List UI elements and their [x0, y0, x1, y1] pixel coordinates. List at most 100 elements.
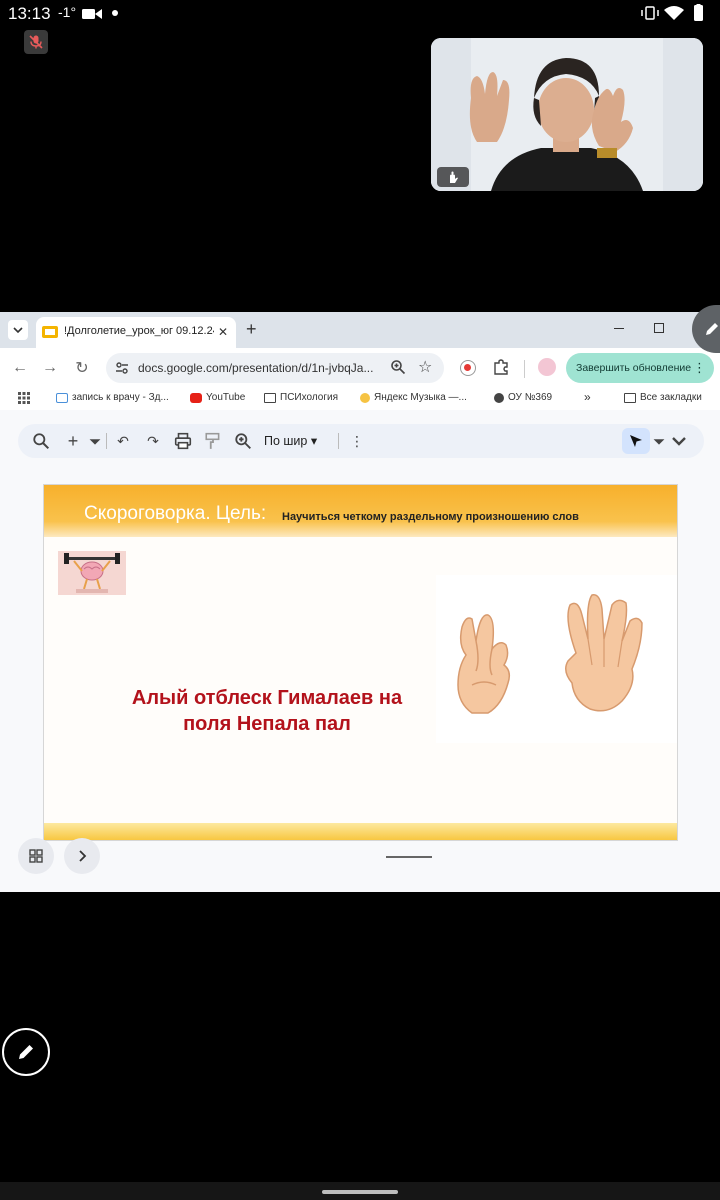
chevron-down-icon[interactable]	[650, 432, 668, 450]
youtube-icon	[190, 392, 202, 403]
clock: 13:13	[8, 4, 51, 23]
slide-title: Скороговорка. Цель:	[84, 503, 267, 524]
browser-tab-bar: !Долголетие_урок_юг 09.12.24 ✕ + ✕	[0, 312, 720, 348]
add-icon[interactable]: +	[64, 431, 82, 451]
yandex-music-icon	[360, 392, 370, 403]
notification-dot-icon	[112, 10, 118, 16]
video-camera-icon	[82, 9, 102, 19]
chevron-down-icon[interactable]	[86, 432, 104, 450]
google-slides-icon	[42, 326, 58, 338]
address-bar[interactable]: docs.google.com/presentation/d/1n-jvbqJa…	[106, 353, 444, 383]
slide[interactable]: Скороговорка. Цель: Научиться четкому ра…	[43, 484, 678, 841]
toolbar-divider	[106, 433, 107, 449]
vibrate-icon	[641, 6, 659, 20]
slides-toolbar: + ↶ ↷ По шир ▾ ⋮	[18, 424, 704, 458]
bookmark-label: запись к врачу - Зд...	[72, 392, 169, 403]
browser-tab[interactable]: !Долголетие_урок_юг 09.12.24 ✕	[36, 317, 236, 348]
bookmark-item[interactable]: запись к врачу - Зд...	[56, 392, 169, 403]
finish-update-button[interactable]: Завершить обновление ⋮	[566, 353, 714, 383]
more-bookmarks-button[interactable]: »	[584, 390, 591, 404]
pencil-icon	[19, 1045, 33, 1059]
tongue-twister-line-2: поля Непала пал	[183, 713, 351, 735]
brain-weightlifting-image	[58, 551, 126, 595]
redo-icon[interactable]: ↷	[144, 432, 162, 450]
window-maximize-button[interactable]	[654, 323, 664, 333]
bookmark-label: ПСИхология	[280, 392, 338, 403]
all-bookmarks-label: Все закладки	[640, 392, 702, 403]
slide-footer-banner	[44, 823, 677, 840]
browser-toolbar: ← → ↻ docs.google.com/presentation/d/1n-…	[0, 348, 720, 388]
raise-hand-indicator	[437, 167, 469, 187]
record-icon[interactable]	[460, 360, 476, 376]
url-text: docs.google.com/presentation/d/1n-jvbqJa…	[138, 361, 374, 375]
reload-icon[interactable]: ↻	[72, 358, 92, 378]
globe-icon	[494, 392, 504, 403]
zoom-icon[interactable]	[390, 359, 406, 375]
bookmark-label: Яндекс Музыка —...	[374, 392, 467, 403]
print-icon[interactable]	[174, 432, 192, 450]
bookmark-item[interactable]: ПСИхология	[264, 392, 338, 403]
folder-icon	[624, 392, 636, 403]
slide-grid-button[interactable]	[18, 838, 54, 874]
select-tool-button[interactable]	[622, 428, 650, 454]
gosuslugi-icon	[56, 392, 68, 403]
wifi-icon	[664, 6, 684, 20]
participant-video[interactable]	[431, 38, 703, 191]
collapse-toolbar-icon[interactable]	[670, 432, 688, 450]
site-settings-icon[interactable]	[114, 360, 130, 376]
raise-hand-icon	[450, 171, 458, 183]
browser-menu-icon[interactable]: ⋮	[693, 360, 706, 376]
back-arrow-icon[interactable]: ←	[10, 358, 30, 378]
hand-gestures-image	[436, 575, 677, 743]
folder-icon	[264, 392, 276, 403]
pencil-icon	[706, 323, 718, 335]
participant-video-frame	[431, 38, 703, 191]
bookmark-star-icon[interactable]: ☆	[418, 357, 432, 377]
tab-search-button[interactable]	[8, 320, 28, 340]
scroll-handle[interactable]	[386, 856, 432, 858]
grid-icon	[29, 849, 43, 863]
finish-update-label: Завершить обновление	[576, 362, 692, 374]
undo-icon[interactable]: ↶	[114, 432, 132, 450]
profile-avatar[interactable]	[538, 358, 556, 376]
zoom-in-icon[interactable]	[234, 432, 252, 450]
paint-format-icon[interactable]	[204, 432, 222, 450]
search-icon[interactable]	[32, 432, 50, 450]
tongue-twister-line-1: Алый отблеск Гималаев на	[131, 687, 403, 709]
window-minimize-button[interactable]	[614, 328, 624, 329]
apps-grid-icon[interactable]	[18, 392, 30, 404]
tab-close-icon[interactable]: ✕	[218, 325, 228, 339]
extensions-icon[interactable]	[492, 358, 510, 376]
bookmark-item[interactable]: ОУ №369	[494, 392, 552, 403]
slide-goal: Научиться четкому раздельному произношен…	[282, 511, 579, 523]
forward-arrow-icon[interactable]: →	[40, 358, 60, 378]
chevron-right-icon	[79, 850, 87, 862]
bookmark-item[interactable]: Яндекс Музыка —...	[360, 392, 467, 403]
bookmark-label: YouTube	[206, 392, 246, 403]
status-bar: 13:13 -1°	[0, 0, 720, 28]
crossed-fingers-emoji	[457, 614, 511, 714]
zoom-select[interactable]: По шир ▾	[264, 433, 317, 448]
all-bookmarks-button[interactable]: Все закладки	[624, 392, 702, 403]
toolbar-divider	[338, 433, 339, 449]
temperature: -1°	[58, 4, 77, 20]
more-options-icon[interactable]: ⋮	[348, 432, 366, 450]
cursor-arrow-icon	[630, 435, 642, 447]
home-gesture-handle[interactable]	[322, 1190, 398, 1194]
chevron-down-icon	[13, 327, 23, 334]
zoom-label: По шир	[264, 434, 308, 448]
toolbar-divider	[524, 360, 525, 378]
edit-fab-button[interactable]	[2, 1028, 50, 1076]
tongue-twister-text: Алый отблеск Гималаев на поля Непала пал	[72, 685, 462, 737]
mic-off-button[interactable]	[24, 30, 48, 54]
bookmark-item[interactable]: YouTube	[190, 392, 245, 403]
new-tab-button[interactable]: +	[246, 320, 257, 338]
status-icons-right	[641, 4, 703, 21]
bookmarks-bar: запись к врачу - Зд... YouTube ПСИхологи…	[0, 388, 720, 410]
next-slide-button[interactable]	[64, 838, 100, 874]
bookmark-label: ОУ №369	[508, 392, 553, 403]
vulcan-salute-emoji	[565, 594, 643, 712]
shared-screen: !Долголетие_урок_юг 09.12.24 ✕ + ✕ ← → ↻…	[0, 312, 720, 892]
slides-viewer: + ↶ ↷ По шир ▾ ⋮ Скороговорка. Цель: Нау…	[0, 410, 720, 892]
tab-title: !Долголетие_урок_юг 09.12.24	[64, 325, 214, 337]
